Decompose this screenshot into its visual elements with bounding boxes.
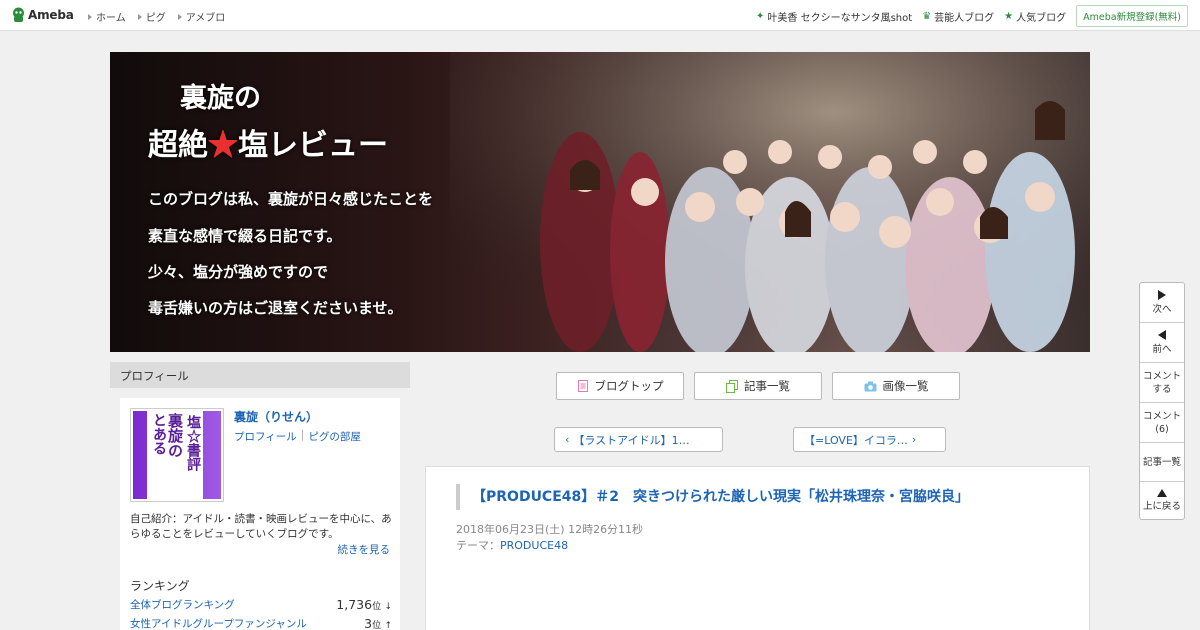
popular-blog-link[interactable]: ★ 人気ブログ: [1004, 9, 1066, 24]
popular-blog-label: 人気ブログ: [1016, 12, 1067, 24]
prev-label: 前へ: [1152, 343, 1172, 355]
comments-button[interactable]: コメント (6): [1140, 403, 1184, 443]
blog-top-button[interactable]: ブログトップ: [556, 372, 684, 400]
profile-link[interactable]: プロフィール: [234, 429, 297, 444]
nav-pigg-label: ピグ: [145, 13, 166, 24]
next-label: 次へ: [1152, 303, 1172, 315]
camera-icon: [864, 381, 876, 391]
ranking-label[interactable]: 全体ブログランキング: [130, 597, 235, 612]
prev-button[interactable]: 前へ: [1140, 323, 1184, 363]
article-theme: テーマ：PRODUCE48: [456, 537, 568, 553]
write-comment-button[interactable]: コメント する: [1140, 363, 1184, 403]
chevron-right-icon: ›: [911, 433, 917, 446]
arrow-up-icon: [1157, 488, 1167, 497]
profile-box: とある 裏旋の 塩☆書評 裏旋（りせん） プロフィール | ピグの部屋 自己紹介…: [120, 398, 400, 630]
ranking-value: 3位 ↑: [364, 616, 392, 630]
read-more-link[interactable]: 続きを見る: [338, 542, 391, 557]
ranking-unit: 位: [372, 621, 382, 630]
next-entry-label: 【=LOVE】イコラ…: [804, 433, 908, 447]
comments-label: コメント: [1142, 410, 1181, 422]
trending-link[interactable]: ✦ 叶美香 セクシーなサンタ風shot: [756, 9, 912, 24]
article-date: 2018年06月23日(土) 12時26分11秒: [456, 523, 644, 536]
nav-pigg[interactable]: ピグ: [137, 9, 166, 24]
ranking-number: 3: [364, 616, 373, 630]
crown-icon: ♛: [922, 10, 932, 22]
profile-name[interactable]: 裏旋（りせん）: [234, 408, 318, 425]
entry-list-label: 記事一覧: [744, 379, 790, 393]
header-line-2: 素直な感情で綴る日記です。: [148, 227, 342, 245]
chevron-left-icon: ‹: [565, 433, 570, 446]
celebrity-blog-label: 芸能人ブログ: [934, 12, 995, 24]
image-list-label: 画像一覧: [882, 379, 929, 393]
avatar[interactable]: とある 裏旋の 塩☆書評: [130, 408, 224, 502]
profile-links: プロフィール | ピグの部屋: [234, 429, 361, 444]
comments-count: (6): [1155, 423, 1169, 435]
play-icon: [1158, 289, 1166, 300]
entry-list-side-label: 記事一覧: [1142, 456, 1181, 468]
ranking-number: 1,736: [336, 597, 373, 612]
header-title-line2: 超絶★塩レビュー: [148, 120, 388, 164]
header-line-3: 少々、塩分が強めですので: [148, 263, 329, 281]
ranking-label[interactable]: 女性アイドルグループファンジャンル: [130, 616, 307, 630]
blog-header-banner[interactable]: 裏旋の 超絶★塩レビュー このブログは私、裏旋が日々感じたことを 素直な感情で綴…: [110, 52, 1090, 352]
prev-entry-label: 【ラストアイドル】1…: [573, 433, 690, 447]
header-line-1: このブログは私、裏旋が日々感じたことを: [148, 190, 434, 208]
blog-top-label: ブログトップ: [594, 379, 664, 393]
back-to-top-label: 上に戻る: [1142, 500, 1181, 512]
pigg-room-link[interactable]: ピグの部屋: [308, 429, 361, 444]
theme-prefix: テーマ：: [456, 539, 500, 552]
ameba-logo[interactable]: Ameba: [12, 7, 74, 23]
write-comment-label-1: コメント: [1142, 370, 1181, 382]
profile-heading: プロフィール: [110, 362, 410, 388]
header-title-line1: 裏旋の: [180, 83, 261, 114]
global-nav: ホーム ピグ アメブロ: [88, 9, 225, 24]
prev-entry-button[interactable]: ‹ 【ラストアイドル】1…: [554, 427, 723, 452]
header-title-part-a: 超絶: [148, 128, 208, 163]
nav-ameblo[interactable]: アメブロ: [177, 9, 226, 24]
copy-icon: [726, 379, 738, 393]
nav-home-label: ホーム: [96, 13, 126, 24]
header-title-part-b: 塩レビュー: [238, 128, 388, 163]
avatar-text-c: 塩☆書評: [185, 415, 201, 471]
document-icon: [577, 380, 588, 392]
header-links: ✦ 叶美香 セクシーなサンタ風shot ♛ 芸能人ブログ ★ 人気ブログ Ameba新…: [756, 5, 1188, 27]
header-line-4: 毒舌嫌いの方はご退室くださいませ。: [148, 299, 403, 317]
theme-link[interactable]: PRODUCE48: [500, 539, 568, 552]
chevron-right-icon: [137, 13, 142, 20]
next-entry-button[interactable]: 【=LOVE】イコラ… ›: [793, 427, 946, 452]
sparkle-icon: ✦: [756, 10, 765, 22]
idol-group-photo: [450, 52, 1090, 352]
celebrity-blog-link[interactable]: ♛ 芸能人ブログ: [922, 9, 994, 24]
nav-home[interactable]: ホーム: [88, 9, 126, 24]
trend-down-icon: ↓: [384, 602, 392, 612]
ranking-value: 1,736位 ↓: [336, 597, 392, 612]
global-header: Ameba ホーム ピグ アメブロ ✦ 叶美香 セクシーなサンタ風shot ♛ 芸能…: [0, 0, 1200, 31]
nav-ameblo-label: アメブロ: [185, 13, 226, 24]
back-to-top-button[interactable]: 上に戻る: [1140, 482, 1184, 519]
image-list-button[interactable]: 画像一覧: [832, 372, 960, 400]
entry-list-button[interactable]: 記事一覧: [694, 372, 822, 400]
next-button[interactable]: 次へ: [1140, 283, 1184, 323]
profile-intro: 自己紹介：アイドル・読書・映画レビューを中心に、あらゆることをレビューしていくブ…: [130, 513, 392, 540]
ameba-wordmark: Ameba: [28, 8, 74, 22]
back-icon: [1158, 329, 1166, 340]
avatar-image: とある 裏旋の 塩☆書評: [133, 411, 221, 499]
chevron-right-icon: [88, 13, 92, 20]
ameba-mascot-icon: [13, 7, 24, 22]
article-title[interactable]: 【PRODUCE48】＃2 突きつけられた厳しい現実「松井珠理奈・宮脇咲良」: [456, 484, 969, 510]
floating-nav: 次へ 前へ コメント する コメント (6) 記事一覧 上に戻る: [1139, 282, 1185, 520]
ranking-title: ランキング: [130, 579, 190, 593]
write-comment-label-2: する: [1152, 383, 1172, 395]
register-button[interactable]: Ameba新規登録(無料): [1076, 5, 1188, 27]
link-divider: |: [300, 429, 305, 441]
entry-list-side-button[interactable]: 記事一覧: [1140, 443, 1184, 482]
header-star-icon: ★: [208, 128, 238, 163]
trending-link-label: 叶美香 セクシーなサンタ風shot: [767, 12, 913, 24]
article-card: 【PRODUCE48】＃2 突きつけられた厳しい現実「松井珠理奈・宮脇咲良」 2…: [425, 466, 1090, 630]
star-icon: ★: [1004, 10, 1014, 22]
ranking-unit: 位: [372, 602, 382, 612]
trend-up-icon: ↑: [384, 621, 392, 630]
chevron-right-icon: [177, 13, 182, 20]
